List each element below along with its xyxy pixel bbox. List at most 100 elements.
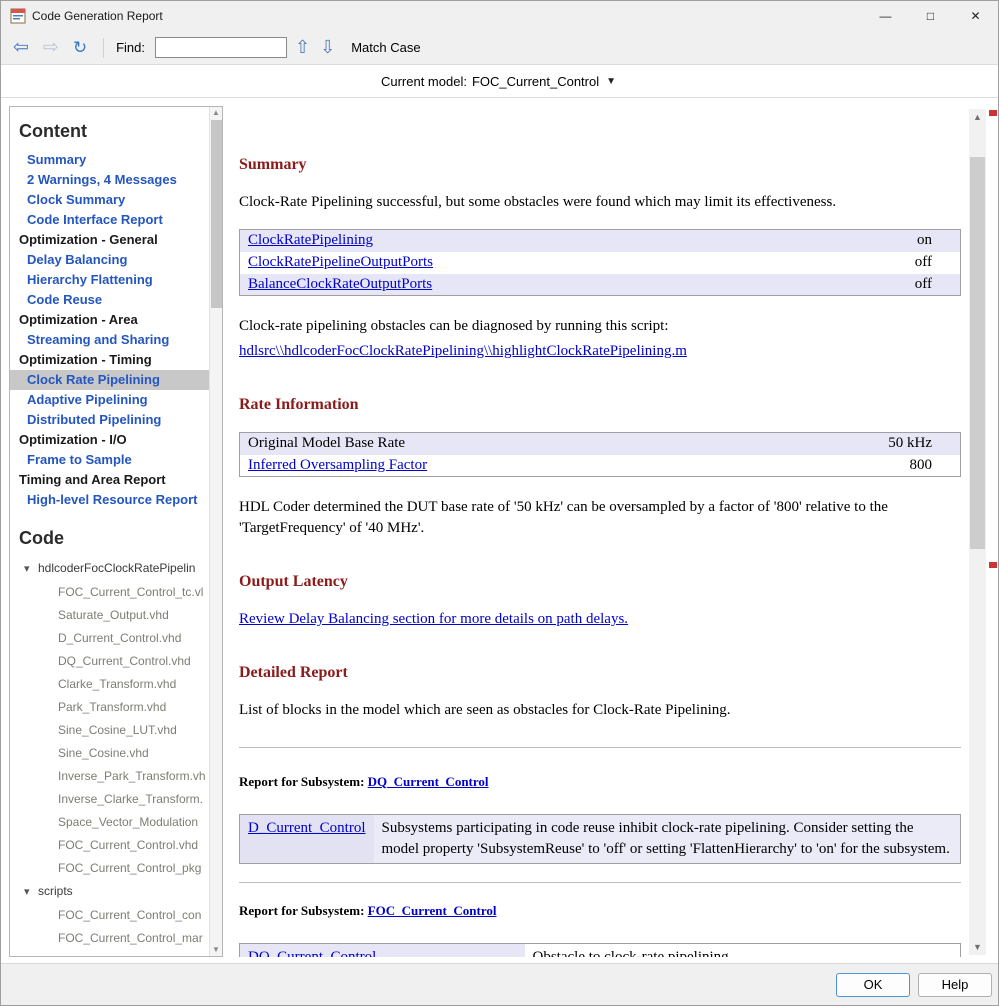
detailed-intro: List of blocks in the model which are se… [239,700,961,721]
sidebar-item-warnings-messages[interactable]: 2 Warnings, 4 Messages [10,170,209,190]
content-heading: Content [10,117,209,150]
refresh-icon[interactable]: ↻ [69,39,91,56]
toolbar-separator [103,38,104,58]
table-row: D_Current_Control Subsystems participati… [240,815,961,864]
obstacle-message: Obstacle to clock-rate pipelining [525,944,961,958]
find-input[interactable] [155,37,287,58]
report-for-subsystem-label: Report for Subsystem: [239,774,364,789]
current-model-value: FOC_Current_Control [472,74,599,89]
tree-file[interactable]: FOC_Current_Control_mar [10,927,209,950]
output-latency-heading: Output Latency [239,573,961,591]
sidebar-item-frame-to-sample[interactable]: Frame to Sample [10,450,209,470]
help-button[interactable]: Help [918,973,992,997]
setting-link[interactable]: ClockRatePipelineOutputPorts [248,254,433,270]
table-row: Original Model Base Rate 50 kHz [240,433,961,455]
subsystem-link[interactable]: DQ_Current_Control [368,774,489,789]
tree-file[interactable]: Sine_Cosine.vhd [10,742,209,765]
current-model-bar: Current model: FOC_Current_Control ▼ [1,65,998,98]
obstacle-message: Subsystems participating in code reuse i… [374,815,961,864]
report-for-subsystem-line: Report for Subsystem: FOC_Current_Contro… [239,903,961,919]
sidebar-scroll-area: Content Summary 2 Warnings, 4 Messages C… [10,107,209,956]
main-scrollbar-thumb[interactable] [970,157,985,549]
setting-link[interactable]: BalanceClockRateOutputPorts [248,276,432,292]
main-scrollbar[interactable]: ▲ ▼ [969,109,986,955]
tree-file[interactable]: Clarke_Transform.vhd [10,673,209,696]
tree-file[interactable]: Inverse_Park_Transform.vh [10,765,209,788]
tree-file[interactable]: Saturate_Output.vhd [10,604,209,627]
tree-folder-scripts[interactable]: ▾scripts [10,880,209,904]
sidebar: Content Summary 2 Warnings, 4 Messages C… [9,106,223,957]
summary-heading: Summary [239,156,961,174]
code-generation-report-window: Code Generation Report — □ ✕ ⇦ ⇨ ↻ Find:… [0,0,999,1006]
highlight-script-link[interactable]: hdlsrc\\hdlcoderFocClockRatePipelining\\… [239,343,687,359]
tree-file[interactable]: FOC_Current_Control_pkg [10,857,209,880]
forward-icon[interactable]: ⇨ [39,38,63,57]
scrollbar-up-icon[interactable]: ▲ [969,109,986,125]
model-dropdown-icon[interactable]: ▼ [604,74,618,89]
sidebar-item-clock-rate-pipelining[interactable]: Clock Rate Pipelining [10,370,209,390]
tree-collapse-icon[interactable]: ▾ [24,881,38,904]
table-row: ClockRatePipelining on [240,230,961,252]
tree-file[interactable]: Sine_Cosine_LUT.vhd [10,719,209,742]
code-heading: Code [10,510,209,557]
sidebar-item-summary[interactable]: Summary [10,150,209,170]
table-row: Inferred Oversampling Factor 800 [240,455,961,477]
scrollbar-up-icon[interactable]: ▲ [210,107,222,119]
sidebar-scrollbar[interactable]: ▲ ▼ [209,107,222,956]
setting-value: off [871,274,961,296]
window-title: Code Generation Report [32,9,163,23]
detailed-report-heading: Detailed Report [239,664,961,682]
close-button[interactable]: ✕ [953,1,998,31]
setting-link[interactable]: ClockRatePipelining [248,232,373,248]
tree-file[interactable]: FOC_Current_Control_con [10,904,209,927]
summary-intro: Clock-Rate Pipelining successful, but so… [239,192,961,213]
tree-folder-hdlcoder[interactable]: ▾hdlcoderFocClockRatePipelin [10,557,209,581]
maximize-button[interactable]: □ [908,1,953,31]
footer-bar: OK Help [1,963,998,1005]
block-link[interactable]: DQ_Current_Control [248,949,376,957]
tree-file[interactable]: D_Current_Control.vhd [10,627,209,650]
minimize-button[interactable]: — [863,1,908,31]
sidebar-section-optimization-io: Optimization - I/O [10,430,209,450]
toolbar: ⇦ ⇨ ↻ Find: ⇧ ⇩ Match Case [1,31,998,65]
sidebar-item-delay-balancing[interactable]: Delay Balancing [10,250,209,270]
sidebar-item-hierarchy-flattening[interactable]: Hierarchy Flattening [10,270,209,290]
inferred-oversampling-link[interactable]: Inferred Oversampling Factor [248,457,427,473]
sidebar-item-distributed-pipelining[interactable]: Distributed Pipelining [10,410,209,430]
title-bar: Code Generation Report — □ ✕ [1,1,998,31]
obstacle-table: DQ_Current_Control Obstacle to clock-rat… [239,943,961,957]
current-model-label: Current model: [381,74,467,89]
script-intro: Clock-rate pipelining obstacles can be d… [239,316,961,337]
sidebar-item-code-interface-report[interactable]: Code Interface Report [10,210,209,230]
delay-balancing-link[interactable]: Review Delay Balancing section for more … [239,611,628,627]
sidebar-item-code-reuse[interactable]: Code Reuse [10,290,209,310]
find-label: Find: [116,40,145,55]
find-next-icon[interactable]: ⇩ [318,37,337,58]
report-content: Summary Clock-Rate Pipelining successful… [239,106,961,957]
sidebar-item-adaptive-pipelining[interactable]: Adaptive Pipelining [10,390,209,410]
tree-file[interactable]: FOC_Current_Control.vhd [10,834,209,857]
tree-file[interactable]: FOC_Current_Control_tc.vl [10,581,209,604]
find-previous-icon[interactable]: ⇧ [293,37,312,58]
rate-information-table: Original Model Base Rate 50 kHz Inferred… [239,432,961,477]
sidebar-item-streaming-and-sharing[interactable]: Streaming and Sharing [10,330,209,350]
tree-file[interactable]: Space_Vector_Modulation [10,811,209,834]
setting-value: on [871,230,961,252]
tree-file[interactable]: Park_Transform.vhd [10,696,209,719]
scrollbar-down-icon[interactable]: ▼ [969,939,986,955]
summary-settings-table: ClockRatePipelining on ClockRatePipeline… [239,229,961,296]
back-icon[interactable]: ⇦ [9,38,33,57]
content-region: Content Summary 2 Warnings, 4 Messages C… [1,98,998,963]
match-case-toggle[interactable]: Match Case [351,40,420,55]
sidebar-item-high-level-resource-report[interactable]: High-level Resource Report [10,490,209,510]
sidebar-item-clock-summary[interactable]: Clock Summary [10,190,209,210]
tree-file[interactable]: Inverse_Clarke_Transform. [10,788,209,811]
block-link[interactable]: D_Current_Control [248,820,366,836]
rate-note: HDL Coder determined the DUT base rate o… [239,497,961,539]
tree-file[interactable]: DQ_Current_Control.vhd [10,650,209,673]
sidebar-scrollbar-thumb[interactable] [211,120,222,308]
tree-collapse-icon[interactable]: ▾ [24,558,38,581]
subsystem-link[interactable]: FOC_Current_Control [368,903,497,918]
ok-button[interactable]: OK [836,973,910,997]
scrollbar-down-icon[interactable]: ▼ [210,944,222,956]
